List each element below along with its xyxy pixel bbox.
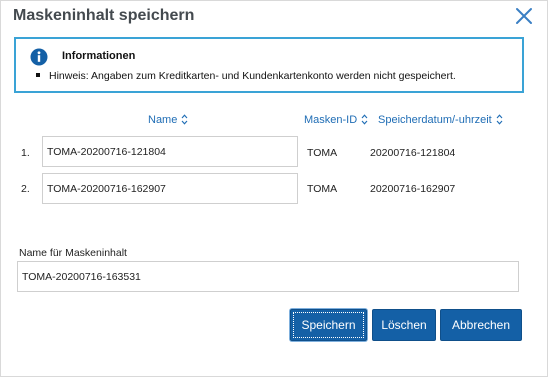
row-name-input[interactable] [42,136,298,167]
info-icon [30,48,48,66]
cancel-button[interactable]: Abbrechen [440,309,522,341]
sort-icon [496,113,503,125]
row-mask-id: TOMA [307,147,338,159]
column-header-name[interactable]: Name [148,113,188,126]
column-header-mask-id-label: Masken-ID [304,114,358,126]
row-saved-at: 20200716-121804 [370,147,456,159]
row-index: 1. [21,147,30,159]
mask-name-label: Name für Maskeninhalt [19,247,127,259]
save-mask-dialog: Maskeninhalt speichern Informationen Hin… [0,0,548,377]
info-box: Informationen Hinweis: Angaben zum Kredi… [14,37,524,93]
dialog-title: Maskeninhalt speichern [13,7,195,24]
info-note: Hinweis: Angaben zum Kreditkarten- und K… [36,70,456,82]
mask-name-input[interactable] [17,261,519,292]
column-header-saved-at-label: Speicherdatum/-uhrzeit [378,114,492,126]
info-heading: Informationen [62,50,136,62]
delete-button[interactable]: Löschen [372,309,436,341]
row-index: 2. [21,183,30,195]
row-saved-at: 20200716-162907 [370,183,456,195]
column-header-mask-id[interactable]: Masken-ID [304,113,368,126]
row-mask-id: TOMA [307,183,338,195]
save-button[interactable]: Speichern [290,309,367,341]
sort-icon [361,113,368,125]
column-header-name-label: Name [148,114,178,126]
row-name-input[interactable] [42,173,298,204]
column-header-saved-at[interactable]: Speicherdatum/-uhrzeit [378,113,503,126]
info-notes: Hinweis: Angaben zum Kreditkarten- und K… [36,70,456,82]
close-icon[interactable] [513,5,535,27]
sort-icon [181,113,188,125]
